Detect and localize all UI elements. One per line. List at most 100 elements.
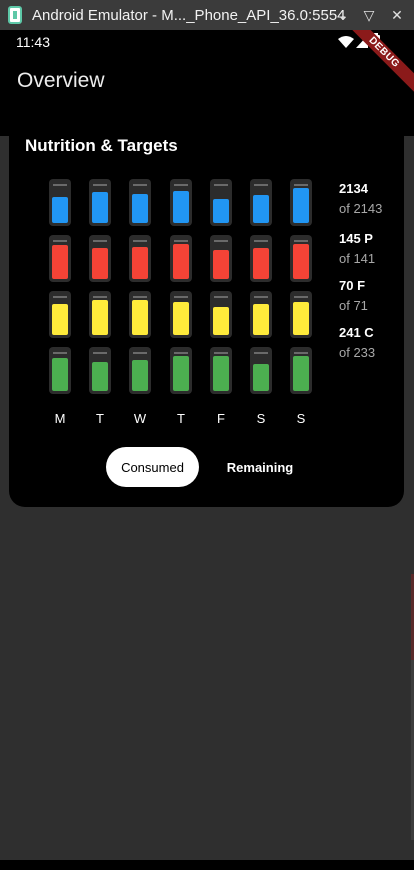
bar-cap (53, 352, 67, 354)
carbs-fill (213, 356, 229, 391)
protein-fill (52, 245, 68, 279)
stat-4: 241 C of 233 (339, 325, 375, 360)
calories-bar-5 (210, 179, 232, 226)
bar-cap (174, 240, 188, 242)
stat-value: 2134 (339, 181, 368, 196)
calories-fill (173, 191, 189, 223)
carbs-fill (253, 364, 269, 391)
carbs-bar-2 (89, 347, 111, 394)
carbs-bar-3 (129, 347, 151, 394)
carbs-bar-4 (170, 347, 192, 394)
stat-target: of 71 (339, 298, 368, 313)
bar-cap (254, 184, 268, 186)
status-time: 11:43 (16, 34, 50, 50)
fat-bar-1 (49, 291, 71, 338)
consumed-toggle-button[interactable]: Consumed (106, 447, 199, 487)
bar-cap (214, 184, 228, 186)
stat-2: 145 P of 141 (339, 231, 375, 266)
bar-cap (254, 352, 268, 354)
protein-bar-4 (170, 235, 192, 282)
calories-bar-6 (250, 179, 272, 226)
calories-fill (253, 195, 269, 223)
remaining-toggle-button[interactable]: Remaining (212, 447, 308, 487)
protein-fill (213, 250, 229, 279)
page-title: Overview (17, 69, 105, 92)
bar-cap (93, 296, 107, 298)
bar-cap (174, 184, 188, 186)
bar-cap (133, 240, 147, 242)
bar-cap (53, 240, 67, 242)
calories-bar-3 (129, 179, 151, 226)
bar-cap (53, 184, 67, 186)
card-title: Nutrition & Targets (25, 136, 178, 155)
calories-bar-1 (49, 179, 71, 226)
fat-fill (132, 300, 148, 335)
fat-bar-4 (170, 291, 192, 338)
bar-cap (254, 296, 268, 298)
protein-fill (173, 244, 189, 279)
stat-value: 70 F (339, 278, 366, 293)
emulator-app-icon (8, 6, 22, 24)
calories-fill (52, 197, 68, 223)
close-button[interactable]: ✕ (384, 0, 410, 30)
protein-bar-5 (210, 235, 232, 282)
bar-cap (214, 352, 228, 354)
bar-cap (133, 184, 147, 186)
fat-fill (92, 300, 108, 335)
fat-fill (253, 304, 269, 335)
bar-cap (294, 352, 308, 354)
carbs-bar-6 (250, 347, 272, 394)
bar-cap (133, 352, 147, 354)
wifi-icon (338, 36, 354, 48)
emulator-title-bar: Android Emulator - M..._Phone_API_36.0:5… (0, 0, 414, 30)
protein-bar-7 (290, 235, 312, 282)
nutrition-card: Nutrition & Targets M T W T F S S 2134 of 2143 1… (9, 118, 404, 507)
protein-fill (293, 244, 309, 279)
stat-value: 241 C (339, 325, 374, 340)
navigation-bar (0, 860, 414, 870)
calories-fill (132, 194, 148, 223)
bar-cap (214, 296, 228, 298)
bar-cap (294, 296, 308, 298)
protein-fill (92, 248, 108, 279)
day-label: S (256, 411, 266, 426)
protein-fill (253, 248, 269, 279)
day-label: T (177, 411, 185, 426)
day-label: M (54, 411, 66, 426)
calories-bar-7 (290, 179, 312, 226)
protein-bar-6 (250, 235, 272, 282)
bar-cap (254, 240, 268, 242)
carbs-fill (52, 358, 68, 391)
stat-3: 70 F of 71 (339, 278, 368, 313)
day-label: S (296, 411, 306, 426)
carbs-fill (132, 360, 148, 391)
restore-button[interactable]: ▽ (356, 0, 382, 30)
fat-fill (52, 304, 68, 335)
stat-target: of 2143 (339, 201, 383, 216)
bar-cap (174, 352, 188, 354)
carbs-fill (92, 362, 108, 391)
day-label: F (217, 411, 225, 426)
calories-bar-2 (89, 179, 111, 226)
fat-bar-5 (210, 291, 232, 338)
bar-cap (294, 240, 308, 242)
calories-fill (213, 199, 229, 223)
stat-target: of 233 (339, 345, 376, 360)
bar-cap (93, 184, 107, 186)
day-label: T (96, 411, 104, 426)
protein-bar-3 (129, 235, 151, 282)
calories-fill (92, 192, 108, 223)
bar-cap (214, 240, 228, 242)
bar-cap (93, 240, 107, 242)
fat-bar-2 (89, 291, 111, 338)
stat-1: 2134 of 2143 (339, 181, 382, 216)
fat-bar-3 (129, 291, 151, 338)
status-bar: 11:43 (0, 30, 414, 56)
bar-cap (133, 296, 147, 298)
carbs-fill (293, 356, 309, 391)
stat-target: of 141 (339, 251, 376, 266)
protein-fill (132, 247, 148, 279)
day-label: W (133, 411, 147, 426)
minimize-button[interactable]: ⌄ (330, 0, 356, 30)
carbs-bar-7 (290, 347, 312, 394)
